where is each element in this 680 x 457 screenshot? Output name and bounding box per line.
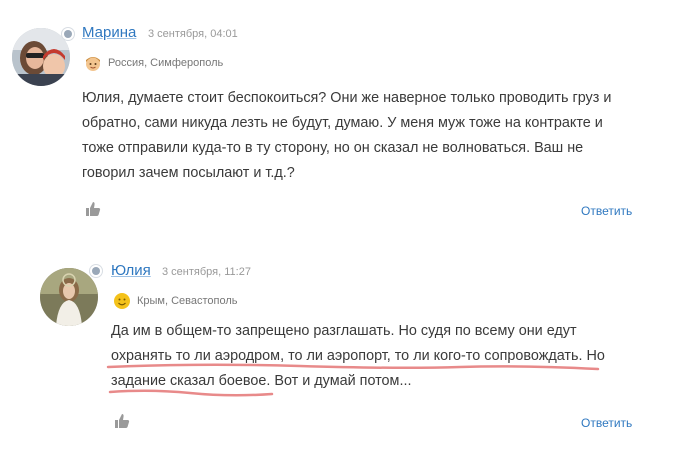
avatar-image	[40, 268, 98, 326]
online-status-icon	[62, 28, 74, 40]
reply-button[interactable]: Ответить	[581, 204, 632, 218]
thumbs-up-icon[interactable]	[113, 412, 131, 430]
comment-line: охранять то ли аэродром, то ли аэропорт,…	[111, 348, 605, 364]
comment-line: Да им в общем-то запрещено разглашать. Н…	[111, 323, 577, 339]
comment-line: Юлия, думаете стоит беспокоиться? Они же…	[82, 90, 612, 106]
location-text: Крым, Севастополь	[137, 295, 238, 307]
comment-date: 3 сентября, 11:27	[162, 266, 251, 278]
author-name[interactable]: Юлия	[111, 262, 151, 279]
child-face-icon	[86, 57, 100, 71]
comment-line: тоже отправили куда-то в ту сторону, но …	[82, 140, 584, 156]
comment-line: задание сказал боевое. Вот и думай потом…	[111, 373, 412, 389]
comment-text: Да им в общем-то запрещено разглашать. Н…	[111, 319, 605, 394]
avatar[interactable]	[40, 268, 98, 326]
smiley-icon	[114, 293, 130, 309]
comment-text: Юлия, думаете стоит беспокоиться? Они же…	[82, 86, 611, 186]
comment-line: говорил зачем посылают и т.д.?	[82, 165, 295, 181]
reply-button[interactable]: Ответить	[581, 416, 632, 430]
thumbs-up-icon[interactable]	[84, 200, 102, 218]
online-status-icon	[90, 265, 102, 277]
avatar-image	[12, 28, 70, 86]
location-text: Россия, Симферополь	[108, 57, 224, 69]
comment-line: обратно, сами никуда лезть не будут, дум…	[82, 115, 603, 131]
avatar[interactable]	[12, 28, 70, 86]
comment-date: 3 сентября, 04:01	[148, 28, 238, 40]
author-name[interactable]: Марина	[82, 24, 136, 41]
